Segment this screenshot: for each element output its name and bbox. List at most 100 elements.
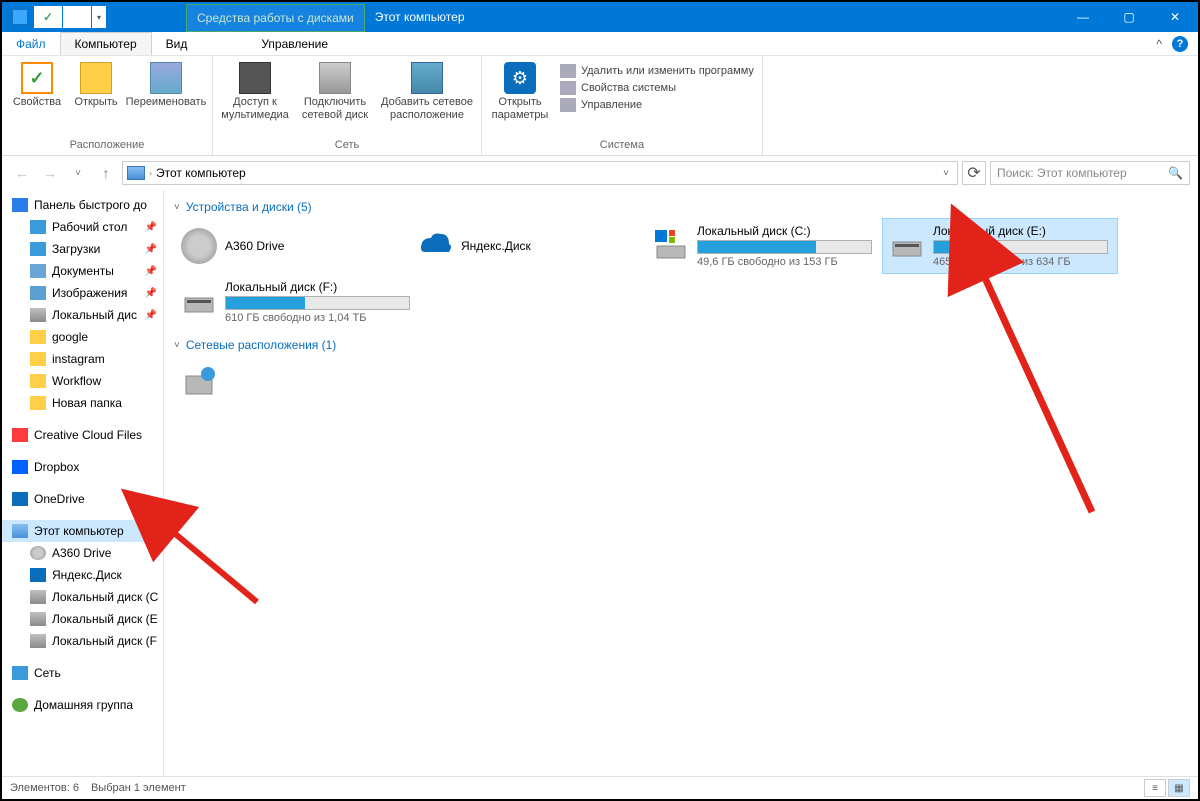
drive-f[interactable]: Локальный диск (F:) 610 ГБ свободно из 1…	[174, 274, 434, 330]
network-icon	[12, 666, 28, 680]
address-bar[interactable]: › Этот компьютер ˅	[122, 161, 958, 185]
sidebar-creative-cloud[interactable]: Creative Cloud Files	[2, 424, 163, 446]
sidebar-item-label: Workflow	[52, 374, 101, 388]
ribbon-group-network-label: Сеть	[335, 137, 359, 153]
ribbon-system-props-button[interactable]: Свойства системы	[560, 81, 754, 95]
sidebar-item-icon	[30, 612, 46, 626]
sidebar-quick-access-label: Панель быстрого до	[34, 198, 147, 212]
sidebar-item[interactable]: Изображения📌	[2, 282, 163, 304]
help-icon[interactable]: ?	[1172, 36, 1188, 52]
ribbon-properties-button[interactable]: ✓ Свойства	[8, 60, 66, 137]
sidebar-creative-cloud-label: Creative Cloud Files	[34, 428, 142, 442]
ribbon-map-drive-button[interactable]: Подключить сетевой диск	[297, 60, 373, 137]
ribbon-rename-button[interactable]: Переименовать	[126, 60, 206, 137]
quick-access-toolbar: ✓ ▾	[34, 6, 106, 28]
qat-dropdown[interactable]: ▾	[92, 6, 106, 28]
section-devices-header[interactable]: ˅ Устройства и диски (5)	[174, 196, 1188, 218]
ribbon-open-settings-label: Открыть параметры	[488, 96, 552, 121]
main-body: Панель быстрого до Рабочий стол📌Загрузки…	[2, 190, 1198, 776]
section-network-header[interactable]: ˅Сетевые расположения (1)	[174, 334, 1188, 356]
network-item[interactable]	[174, 356, 1188, 408]
sidebar-item[interactable]: Workflow	[2, 370, 163, 392]
nav-history-dropdown[interactable]: ˅	[66, 161, 90, 185]
view-details-button[interactable]: ≡	[1144, 779, 1166, 797]
sidebar-item-icon	[30, 590, 46, 604]
maximize-button[interactable]: ▢	[1106, 2, 1152, 32]
sidebar-item-label: Локальный диск (E	[52, 612, 158, 626]
sidebar-item[interactable]: A360 Drive	[2, 542, 163, 564]
ribbon-tabs: Файл Компьютер Вид Управление ^ ?	[2, 32, 1198, 56]
breadcrumb-path[interactable]: Этот компьютер	[156, 166, 246, 180]
sidebar-this-pc-label: Этот компьютер	[34, 524, 124, 538]
tab-view[interactable]: Вид	[152, 33, 202, 55]
status-bar: Элементов: 6 Выбран 1 элемент ≡ ▦	[2, 776, 1198, 799]
sidebar-item[interactable]: Яндекс.Диск	[2, 564, 163, 586]
ribbon-open-label: Открыть	[74, 96, 117, 109]
sidebar-item[interactable]: Документы📌	[2, 260, 163, 282]
drive-c[interactable]: Локальный диск (C:) 49,6 ГБ свободно из …	[646, 218, 882, 274]
drive-a360[interactable]: A360 Drive	[174, 218, 410, 274]
sidebar-item-icon	[30, 396, 46, 410]
sidebar-item[interactable]: Локальный диск (С	[2, 586, 163, 608]
tab-computer[interactable]: Компьютер	[60, 32, 152, 55]
ribbon-collapse-button[interactable]: ^	[1156, 37, 1162, 51]
address-dropdown-icon[interactable]: ˅	[939, 168, 953, 179]
sidebar-item-label: Локальный диск (F	[52, 634, 157, 648]
sidebar-quick-access[interactable]: Панель быстрого до	[2, 194, 163, 216]
ribbon-add-network-button[interactable]: Добавить сетевое расположение	[379, 60, 475, 137]
sidebar-item-icon	[30, 374, 46, 388]
drive-e-status: 465 ГБ свободно из 634 ГБ	[933, 256, 1111, 268]
nav-up-button[interactable]: ↑	[94, 161, 118, 185]
ribbon-open-button[interactable]: Открыть	[72, 60, 120, 137]
address-bar-row: ← → ˅ ↑ › Этот компьютер ˅ ⟳ Поиск: Этот…	[2, 156, 1198, 190]
sidebar-this-pc[interactable]: Этот компьютер	[2, 520, 163, 542]
drive-e[interactable]: Локальный диск (E:) 465 ГБ свободно из 6…	[882, 218, 1118, 274]
sidebar-item-label: google	[52, 330, 88, 344]
sidebar-item[interactable]: Локальный диск (F	[2, 630, 163, 652]
ribbon-open-settings-button[interactable]: ⚙ Открыть параметры	[488, 60, 552, 137]
drive-yandex-label: Яндекс.Диск	[461, 239, 639, 253]
nav-forward-button[interactable]: →	[38, 161, 62, 185]
sidebar-item-label: A360 Drive	[52, 546, 111, 560]
sidebar-onedrive[interactable]: OneDrive	[2, 488, 163, 510]
context-tab-drive-tools[interactable]: Средства работы с дисками	[186, 4, 365, 32]
sidebar-item[interactable]: Локальный диск (E	[2, 608, 163, 630]
tab-file[interactable]: Файл	[2, 33, 60, 55]
sidebar-item[interactable]: Рабочий стол📌	[2, 216, 163, 238]
nav-back-button[interactable]: ←	[10, 161, 34, 185]
drive-c-status: 49,6 ГБ свободно из 153 ГБ	[697, 256, 875, 268]
ribbon-media-access-button[interactable]: Доступ к мультимедиа	[219, 60, 291, 137]
sidebar-onedrive-label: OneDrive	[34, 492, 85, 506]
a360-icon	[181, 228, 217, 264]
drive-f-status: 610 ГБ свободно из 1,04 ТБ	[225, 312, 427, 324]
sidebar-item[interactable]: google	[2, 326, 163, 348]
sidebar-dropbox[interactable]: Dropbox	[2, 456, 163, 478]
refresh-button[interactable]: ⟳	[962, 161, 986, 185]
sidebar-item[interactable]: Новая папка	[2, 392, 163, 414]
section-devices-label: Устройства и диски (5)	[186, 200, 312, 214]
drive-f-label: Локальный диск (F:)	[225, 280, 427, 294]
close-button[interactable]: ✕	[1152, 2, 1198, 32]
sidebar-item[interactable]: Загрузки📌	[2, 238, 163, 260]
manage-icon	[560, 98, 576, 112]
chevron-down-icon: ˅	[174, 202, 180, 213]
minimize-button[interactable]: —	[1060, 2, 1106, 32]
tab-manage[interactable]: Управление	[247, 33, 342, 55]
sidebar-item[interactable]: Локальный дис📌	[2, 304, 163, 326]
qat-button-1[interactable]: ✓	[34, 6, 62, 28]
search-input[interactable]: Поиск: Этот компьютер 🔍	[990, 161, 1190, 185]
nav-sidebar: Панель быстрого до Рабочий стол📌Загрузки…	[2, 190, 164, 776]
sidebar-homegroup[interactable]: Домашняя группа	[2, 694, 163, 716]
sidebar-dropbox-label: Dropbox	[34, 460, 79, 474]
sidebar-item[interactable]: instagram	[2, 348, 163, 370]
creative-cloud-icon	[12, 428, 28, 442]
view-tiles-button[interactable]: ▦	[1168, 779, 1190, 797]
sidebar-item-icon	[30, 352, 46, 366]
ribbon-uninstall-button[interactable]: Удалить или изменить программу	[560, 64, 754, 78]
qat-button-2[interactable]	[63, 6, 91, 28]
sidebar-network[interactable]: Сеть	[2, 662, 163, 684]
drive-yandex[interactable]: Яндекс.Диск	[410, 218, 646, 274]
drive-e-icon	[889, 228, 925, 264]
sidebar-item-label: instagram	[52, 352, 105, 366]
ribbon-manage-button[interactable]: Управление	[560, 98, 754, 112]
